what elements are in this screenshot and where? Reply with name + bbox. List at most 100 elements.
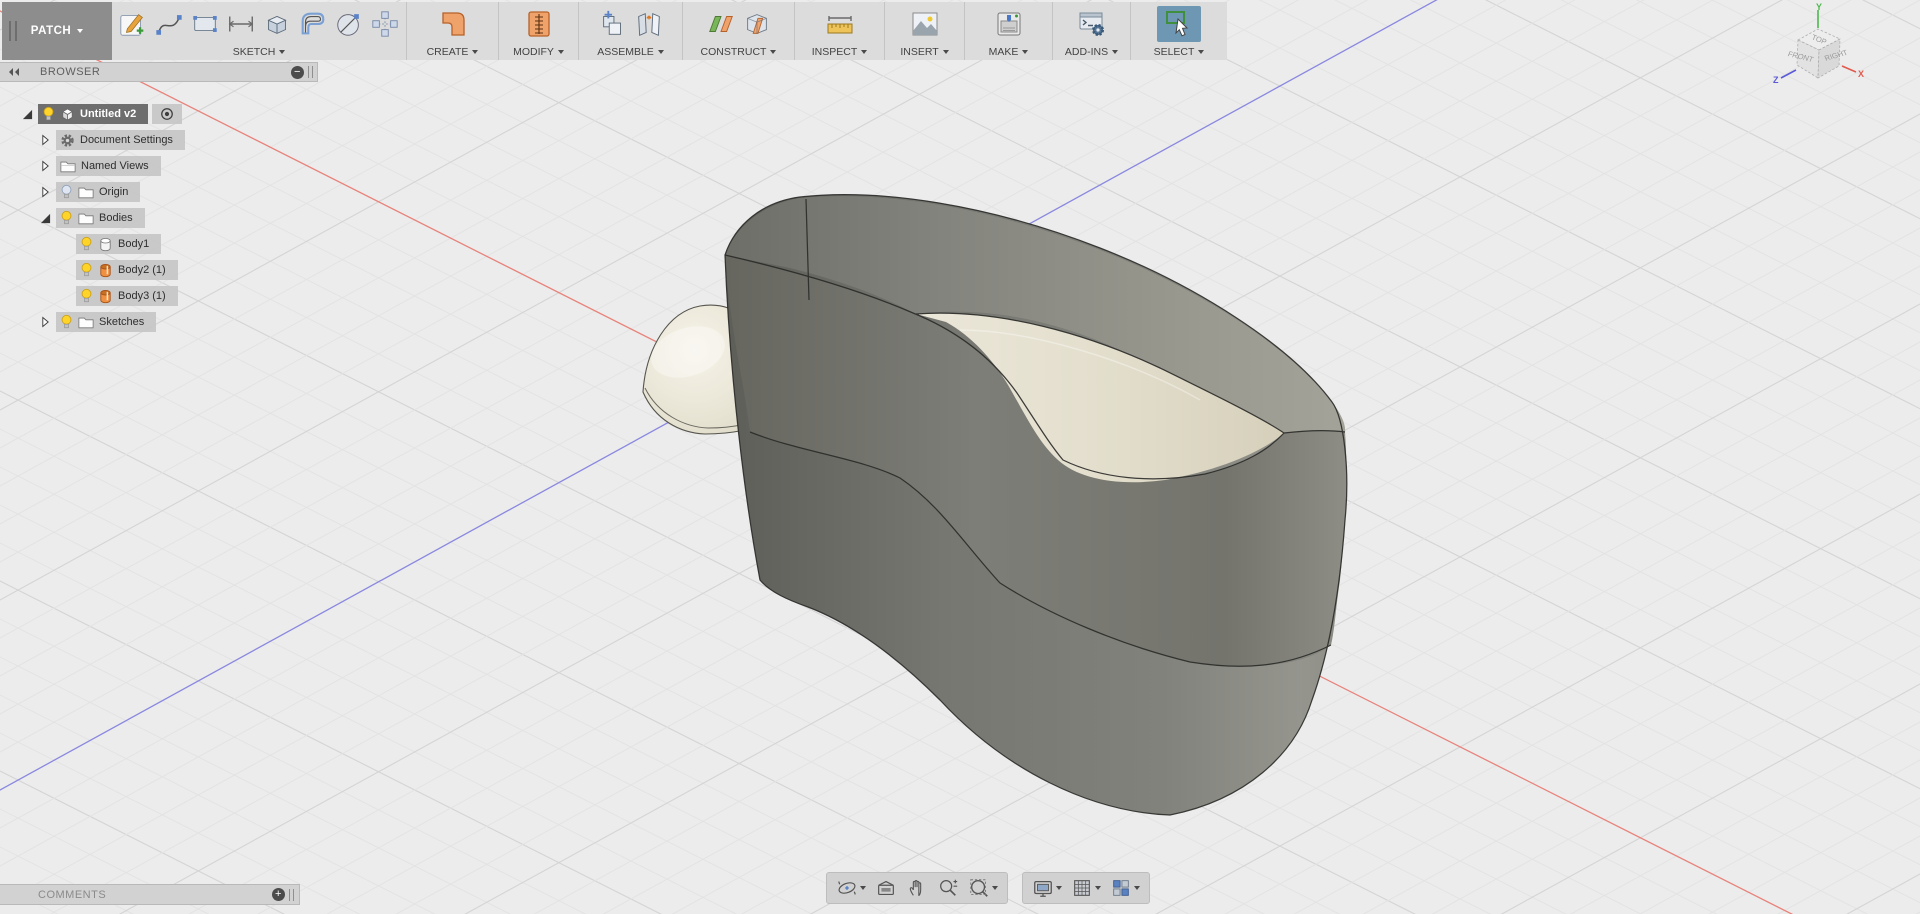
tree-row-named-views[interactable]: Named Views — [38, 156, 318, 176]
joint-button[interactable] — [632, 5, 666, 43]
measure-button[interactable] — [820, 5, 860, 43]
inspect-menu[interactable]: INSPECT — [812, 44, 868, 59]
insert-button[interactable] — [905, 5, 945, 43]
move-copy-button[interactable] — [368, 5, 402, 43]
navigation-bar — [826, 872, 1150, 904]
extrude-button[interactable] — [260, 5, 294, 43]
create-menu[interactable]: CREATE — [427, 44, 479, 59]
zoom-button[interactable] — [934, 875, 962, 901]
tree-item[interactable]: Untitled v2 — [38, 104, 148, 124]
viewports-button[interactable] — [1107, 875, 1143, 901]
collapsed-icon[interactable] — [38, 159, 52, 173]
assemble-menu[interactable]: ASSEMBLE — [597, 44, 664, 59]
rectangle-icon — [190, 9, 220, 39]
select-menu[interactable]: SELECT — [1154, 44, 1205, 59]
sketch-dimension-button[interactable] — [224, 5, 258, 43]
look-at-button[interactable] — [872, 875, 900, 901]
midplane-button[interactable] — [740, 5, 774, 43]
tree-item[interactable]: Origin — [56, 182, 140, 202]
collapsed-icon[interactable] — [38, 315, 52, 329]
offset-plane-button[interactable] — [704, 5, 738, 43]
bulb-off-icon[interactable] — [60, 184, 73, 200]
tree-row-bodies[interactable]: Bodies — [38, 208, 318, 228]
tree-row-body2[interactable]: Body2 (1) — [76, 260, 318, 280]
window-zoom-button[interactable] — [965, 875, 1001, 901]
select-button[interactable] — [1157, 6, 1201, 42]
tree-item[interactable]: Bodies — [56, 208, 145, 228]
insert-menu[interactable]: INSERT — [900, 44, 948, 59]
tree-row-untitled-v2[interactable]: Untitled v2 — [20, 104, 318, 124]
tree-row-body1[interactable]: Body1 — [76, 234, 318, 254]
orbit-button[interactable] — [833, 875, 869, 901]
comments-panel[interactable]: COMMENTS + — [0, 884, 300, 905]
collapsed-icon[interactable] — [38, 185, 52, 199]
display-settings-button[interactable] — [1029, 875, 1065, 901]
offset-button[interactable] — [296, 5, 330, 43]
addins-button[interactable] — [1072, 5, 1112, 43]
tree-item-label: Untitled v2 — [80, 108, 136, 120]
modify-menu[interactable]: MODIFY — [513, 44, 564, 59]
drag-grip[interactable] — [308, 66, 313, 78]
drag-grip[interactable] — [289, 889, 294, 901]
chevron-down-icon — [861, 50, 867, 54]
sketch-dimension-icon — [226, 9, 256, 39]
patch-create-button[interactable] — [433, 5, 473, 43]
new-component-button[interactable] — [596, 5, 630, 43]
viewcube[interactable]: Y X Z TOP FRONT RIGHT — [1772, 2, 1868, 107]
viewcube-x-axis — [1842, 66, 1856, 72]
toolbar-grip[interactable] — [9, 21, 17, 41]
tree-item[interactable]: Body1 — [76, 234, 161, 254]
expanded-icon[interactable] — [38, 211, 52, 225]
chevron-down-icon — [1198, 50, 1204, 54]
grid-display-button[interactable] — [1068, 875, 1104, 901]
spline-button[interactable] — [152, 5, 186, 43]
chevron-down-icon — [279, 50, 285, 54]
display-settings-icon — [1032, 877, 1054, 899]
bulb-on-icon[interactable] — [80, 262, 93, 278]
sphere-button[interactable] — [332, 5, 366, 43]
tree-item[interactable]: Document Settings — [56, 130, 185, 150]
addins-menu[interactable]: ADD-INS — [1065, 44, 1118, 59]
pan-button[interactable] — [903, 875, 931, 901]
tree-item[interactable]: Named Views — [56, 156, 161, 176]
sketch-menu[interactable]: SKETCH — [233, 44, 286, 59]
workspace-switcher[interactable]: PATCH — [2, 2, 112, 60]
expanded-icon[interactable] — [20, 107, 34, 121]
chevron-down-icon — [770, 50, 776, 54]
minus-circle-icon[interactable]: − — [291, 66, 304, 79]
tree-item[interactable]: Body2 (1) — [76, 260, 178, 280]
collapse-panel-icon[interactable] — [8, 67, 20, 77]
measure-icon — [824, 8, 856, 40]
tree-row-origin[interactable]: Origin — [38, 182, 318, 202]
create-sketch-button[interactable] — [116, 5, 150, 43]
plus-circle-icon[interactable]: + — [272, 888, 285, 901]
browser-header[interactable]: BROWSER − — [0, 62, 318, 82]
model-surface-band[interactable] — [725, 195, 1347, 815]
toolbar-section-construct: CONSTRUCT — [683, 2, 795, 60]
insert-image-icon — [909, 8, 941, 40]
make-button[interactable] — [989, 5, 1029, 43]
tree-item[interactable]: Body3 (1) — [76, 286, 178, 306]
tree-row-body3[interactable]: Body3 (1) — [76, 286, 318, 306]
tree-row-sketches[interactable]: Sketches — [38, 312, 318, 332]
offset-icon — [298, 9, 328, 39]
stitch-button[interactable] — [519, 5, 559, 43]
chevron-down-icon — [943, 50, 949, 54]
bulb-on-icon[interactable] — [80, 236, 93, 252]
tree-item-label: Origin — [99, 186, 128, 198]
construct-menu[interactable]: CONSTRUCT — [701, 44, 777, 59]
spline-icon — [154, 9, 184, 39]
tree-item[interactable]: Sketches — [56, 312, 156, 332]
rectangle-button[interactable] — [188, 5, 222, 43]
zoom-icon — [937, 877, 959, 899]
bulb-on-icon[interactable] — [42, 106, 55, 122]
activate-component-radio[interactable] — [152, 104, 182, 124]
bulb-on-icon[interactable] — [80, 288, 93, 304]
tree-row-document-settings[interactable]: Document Settings — [38, 130, 318, 150]
make-menu[interactable]: MAKE — [989, 44, 1029, 59]
bulb-on-icon[interactable] — [60, 210, 73, 226]
collapsed-icon[interactable] — [38, 133, 52, 147]
bulb-on-icon[interactable] — [60, 314, 73, 330]
toolbar-section-addins: ADD-INS — [1053, 2, 1131, 60]
chevron-down-icon — [860, 886, 866, 890]
